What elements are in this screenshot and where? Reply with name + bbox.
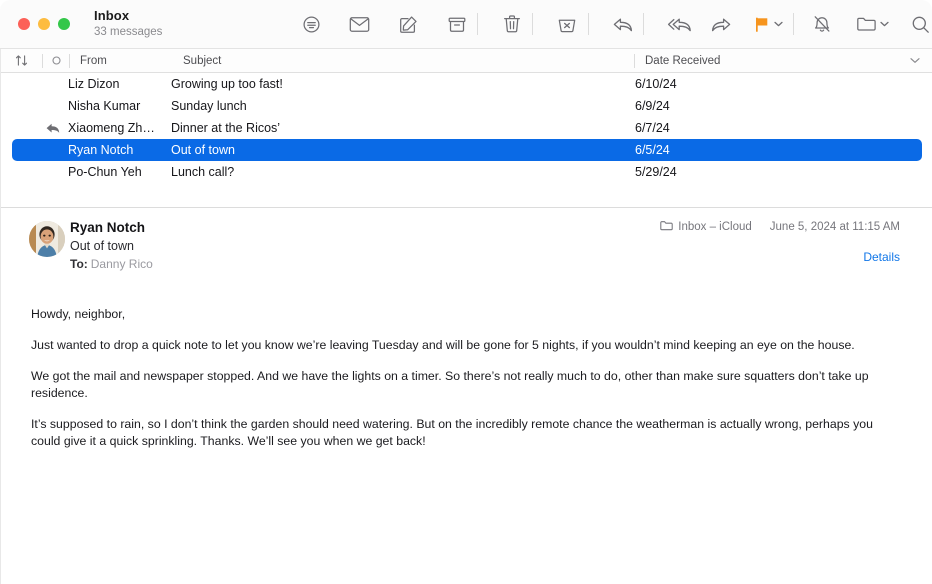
row-from: Xiaomeng Zh… [68,121,155,135]
row-date: 6/7/24 [635,121,670,135]
table-row[interactable]: Nisha Kumar Sunday lunch 6/9/24 [0,95,932,117]
message-to-label: To: [70,257,88,272]
toolbar-divider [793,13,794,35]
page-title: Inbox [94,7,130,23]
row-date: 5/29/24 [635,165,677,179]
message-subject: Out of town [70,239,134,254]
mute-icon[interactable] [811,9,834,39]
junk-icon[interactable] [556,9,579,39]
message-recipient: To: Danny Rico [70,257,153,272]
message-mailbox: Inbox – iCloud [678,221,752,233]
message-header: Ryan Notch Out of town To: Danny Rico Inb… [0,208,932,284]
message-meta-row: Inbox – iCloud June 5, 2024 at 11:15 AM [660,220,900,234]
unread-dot-icon[interactable] [43,49,69,72]
column-header-subject[interactable]: Subject [173,49,634,72]
mark-unread-icon[interactable] [349,9,372,39]
toolbar [300,0,932,48]
row-subject: Lunch call? [171,165,235,179]
message-meta: Inbox – iCloud June 5, 2024 at 11:15 AM … [660,220,900,264]
row-date: 6/9/24 [635,99,670,113]
minimize-button[interactable] [38,18,50,30]
list-column-header: From Subject Date Received [0,49,932,73]
row-from: Po-Chun Yeh [68,165,142,179]
message-body-paragraph: We got the mail and newspaper stopped. A… [31,368,869,401]
row-subject: Sunday lunch [171,99,247,113]
message-timestamp: June 5, 2024 at 11:15 AM [769,221,900,233]
row-from: Liz Dizon [68,77,120,91]
column-options-chevron-down-icon[interactable] [910,55,920,67]
move-chevron-down-icon[interactable] [879,11,890,37]
title-bar: Inbox 33 messages [0,0,932,49]
mailbox-title-block: Inbox 33 messages [94,7,163,39]
message-body: Howdy, neighbor, Just wanted to drop a q… [0,284,932,451]
toolbar-divider [477,13,478,35]
toolbar-divider [587,13,589,35]
message-count: 33 messages [94,25,163,38]
message-body-paragraph: Just wanted to drop a quick note to let … [31,338,855,353]
sort-icon[interactable] [0,49,42,72]
folder-icon [660,220,673,234]
flag-chevron-down-icon[interactable] [774,11,785,37]
column-header-date[interactable]: Date Received [635,49,932,72]
details-link[interactable]: Details [660,250,900,264]
message-body-paragraph: It’s supposed to rain, so I don’t think … [31,416,873,449]
forward-icon[interactable] [710,9,733,39]
compose-icon[interactable] [397,9,420,39]
mail-window: Inbox 33 messages From Subject Date Rece… [0,0,932,584]
row-subject: Out of town [171,143,235,157]
filter-icon[interactable] [300,9,323,39]
message-body-paragraph: Howdy, neighbor, [31,307,126,321]
table-row[interactable]: Liz Dizon Growing up too fast! 6/10/24 [0,73,932,95]
zoom-button[interactable] [58,18,70,30]
flag-icon[interactable] [750,9,773,39]
toolbar-divider [642,13,644,35]
toolbar-divider [532,13,534,35]
table-row-selected[interactable]: Ryan Notch Out of town 6/5/24 [0,139,932,161]
reading-pane: Ryan Notch Out of town To: Danny Rico Inb… [0,208,932,584]
search-icon[interactable] [909,9,932,39]
move-icon[interactable] [855,9,878,39]
message-sender: Ryan Notch [70,220,146,235]
table-row-partial[interactable] [0,183,932,195]
row-subject: Growing up too fast! [171,77,283,91]
window-controls [18,18,70,30]
archive-icon[interactable] [446,9,469,39]
avatar [29,221,65,257]
row-from: Ryan Notch [68,143,134,157]
message-header-text: Ryan Notch Out of town To: Danny Rico [70,219,153,273]
table-row[interactable]: Po-Chun Yeh Lunch call? 5/29/24 [0,161,932,183]
column-header-date-label: Date Received [645,54,721,67]
row-date: 6/5/24 [635,143,670,157]
reply-all-icon[interactable] [667,9,692,39]
close-button[interactable] [18,18,30,30]
reply-icon[interactable] [611,9,634,39]
column-header-from[interactable]: From [70,49,173,72]
message-list[interactable]: Liz Dizon Growing up too fast! 6/10/24 N… [0,73,932,208]
row-from: Nisha Kumar [68,99,141,113]
mailbox-label-group: Inbox – iCloud [660,220,752,234]
row-date: 6/10/24 [635,77,677,91]
table-row[interactable]: Xiaomeng Zh… Dinner at the Ricos’ 6/7/24 [0,117,932,139]
message-to-value: Danny Rico [90,257,153,272]
replied-icon [0,123,68,134]
delete-icon[interactable] [501,9,524,39]
row-subject: Dinner at the Ricos’ [171,121,281,135]
